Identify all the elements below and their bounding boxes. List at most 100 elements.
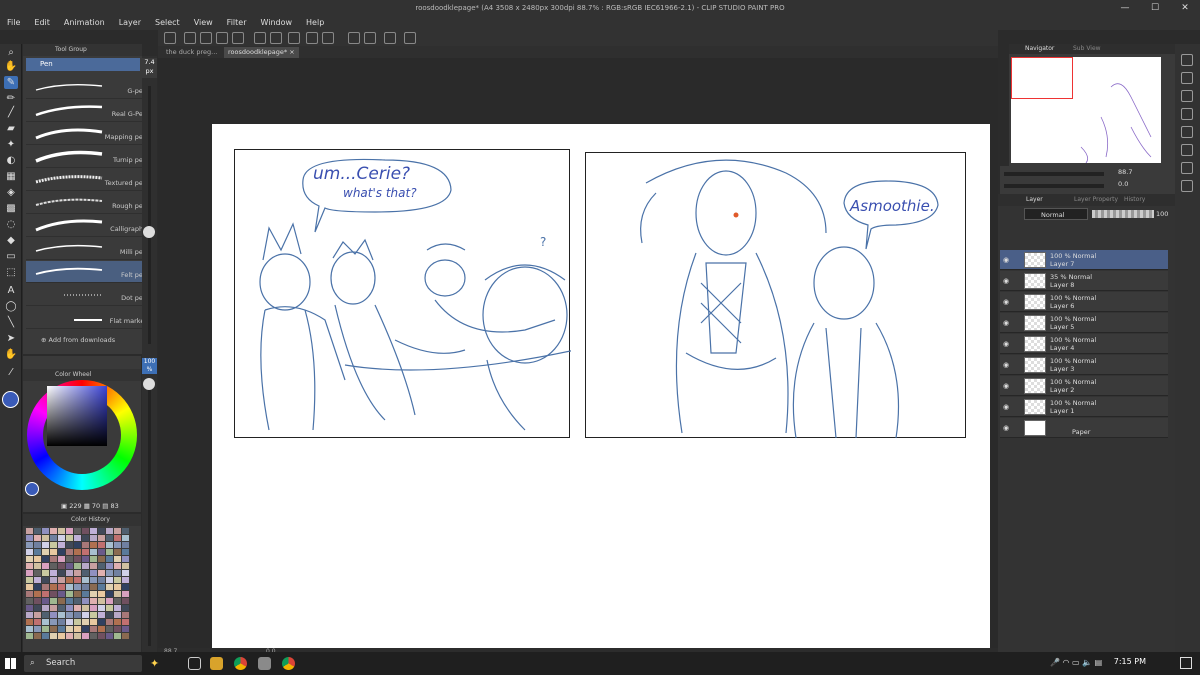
color-history-swatch[interactable] bbox=[90, 626, 97, 632]
eye-icon[interactable]: ◉ bbox=[1003, 298, 1009, 306]
color-history-swatch[interactable] bbox=[58, 626, 65, 632]
layer-row[interactable]: ◉ 100 % Normal Layer 4 bbox=[1000, 334, 1168, 354]
color-history-swatch[interactable] bbox=[26, 549, 33, 555]
color-history-swatch[interactable] bbox=[122, 612, 129, 618]
color-history-swatch[interactable] bbox=[106, 570, 113, 576]
eye-icon[interactable]: ◉ bbox=[1003, 424, 1009, 432]
color-history-swatch[interactable] bbox=[114, 591, 121, 597]
color-history-swatch[interactable] bbox=[82, 577, 89, 583]
clip-studio-icon[interactable] bbox=[164, 32, 176, 44]
zoom-slider[interactable] bbox=[1004, 172, 1104, 176]
color-history-swatch[interactable] bbox=[42, 633, 49, 639]
color-history-swatch[interactable] bbox=[66, 626, 73, 632]
color-history-swatch[interactable] bbox=[122, 528, 129, 534]
current-color-swatch[interactable] bbox=[25, 482, 39, 496]
ruler-tool-icon[interactable]: ╲ bbox=[4, 316, 18, 329]
color-history-swatch[interactable] bbox=[90, 570, 97, 576]
color-history-swatch[interactable] bbox=[66, 598, 73, 604]
brush-size-slider-handle[interactable] bbox=[143, 226, 155, 238]
pen-tool-icon[interactable]: ✎ bbox=[4, 76, 18, 89]
color-history-swatch[interactable] bbox=[122, 619, 129, 625]
color-history-swatch[interactable] bbox=[82, 633, 89, 639]
layer-search-icon[interactable] bbox=[1181, 72, 1193, 84]
color-history-swatch[interactable] bbox=[50, 584, 57, 590]
tab-navigator[interactable]: Navigator bbox=[1025, 44, 1054, 54]
add-from-downloads-button[interactable]: ⊕ Add from downloads bbox=[41, 336, 115, 344]
layer-row[interactable]: ◉ 100 % Normal Layer 7 bbox=[1000, 250, 1168, 270]
color-history-swatch[interactable] bbox=[66, 584, 73, 590]
settings-icon[interactable] bbox=[404, 32, 416, 44]
menu-filter[interactable]: Filter bbox=[220, 16, 254, 30]
layers-icon[interactable] bbox=[1181, 90, 1193, 102]
color-history-swatch[interactable] bbox=[58, 570, 65, 576]
color-history-swatch[interactable] bbox=[58, 598, 65, 604]
color-history-swatch[interactable] bbox=[74, 542, 81, 548]
color-history-swatch[interactable] bbox=[98, 577, 105, 583]
color-history-swatch[interactable] bbox=[98, 605, 105, 611]
color-history-swatch[interactable] bbox=[114, 598, 121, 604]
color-history-swatch[interactable] bbox=[34, 570, 41, 576]
menu-view[interactable]: View bbox=[187, 16, 220, 30]
color-history-swatch[interactable] bbox=[82, 598, 89, 604]
brush-rough-pen[interactable]: Rough pen bbox=[26, 192, 150, 214]
minimize-button[interactable]: — bbox=[1110, 0, 1140, 16]
color-history-swatch[interactable] bbox=[42, 619, 49, 625]
menu-help[interactable]: Help bbox=[299, 16, 331, 30]
color-history-swatch[interactable] bbox=[82, 612, 89, 618]
color-history-swatch[interactable] bbox=[74, 598, 81, 604]
color-history-swatch[interactable] bbox=[122, 626, 129, 632]
eye-icon[interactable]: ◉ bbox=[1003, 319, 1009, 327]
color-history-swatch[interactable] bbox=[106, 556, 113, 562]
color-history-swatch[interactable] bbox=[114, 626, 121, 632]
balloon-tool-icon[interactable]: ◯ bbox=[4, 300, 18, 313]
color-history-swatch[interactable] bbox=[98, 626, 105, 632]
clear-icon[interactable] bbox=[306, 32, 318, 44]
layer-row[interactable]: ◉ 100 % Normal Layer 5 bbox=[1000, 313, 1168, 333]
color-history-swatch[interactable] bbox=[82, 535, 89, 541]
color-history-swatch[interactable] bbox=[122, 570, 129, 576]
material-icon[interactable] bbox=[1181, 54, 1193, 66]
color-history-swatch[interactable] bbox=[98, 584, 105, 590]
layer-opacity-slider[interactable] bbox=[1092, 210, 1154, 218]
color-history-swatch[interactable] bbox=[26, 556, 33, 562]
eye-icon[interactable]: ◉ bbox=[1003, 340, 1009, 348]
color-history-swatch[interactable] bbox=[58, 605, 65, 611]
color-history-swatch[interactable] bbox=[74, 619, 81, 625]
opacity-slider-track[interactable] bbox=[148, 388, 151, 646]
rotate-slider[interactable] bbox=[1004, 184, 1104, 188]
color-history-swatch[interactable] bbox=[42, 563, 49, 569]
nav-rotate-value[interactable]: 0.0 bbox=[1118, 180, 1128, 188]
eyedropper-tool-icon[interactable]: ⁄ bbox=[4, 366, 18, 379]
brush-turnip-pen[interactable]: Turnip pen bbox=[26, 146, 150, 168]
color-history-swatch[interactable] bbox=[106, 591, 113, 597]
color-history-swatch[interactable] bbox=[122, 591, 129, 597]
loading-icon[interactable] bbox=[288, 32, 300, 44]
layer-row[interactable]: ◉ 100 % Normal Layer 2 bbox=[1000, 376, 1168, 396]
eye-icon[interactable]: ◉ bbox=[1003, 403, 1009, 411]
pencil-tool-icon[interactable]: ✏ bbox=[4, 92, 18, 105]
color-history-swatch[interactable] bbox=[90, 528, 97, 534]
eye-icon[interactable]: ◉ bbox=[1003, 382, 1009, 390]
chrome-icon[interactable] bbox=[234, 657, 247, 670]
color-history-swatch[interactable] bbox=[82, 549, 89, 555]
help-icon[interactable] bbox=[384, 32, 396, 44]
file-explorer-icon[interactable] bbox=[210, 657, 223, 670]
color-history-swatch[interactable] bbox=[114, 584, 121, 590]
color-history-swatch[interactable] bbox=[42, 570, 49, 576]
bucket-tool-icon[interactable]: ◆ bbox=[4, 234, 18, 247]
color-history-swatch[interactable] bbox=[26, 528, 33, 534]
menu-file[interactable]: File bbox=[0, 16, 27, 30]
color-history-swatch[interactable] bbox=[82, 542, 89, 548]
color-history-swatch[interactable] bbox=[114, 535, 121, 541]
tab-layer[interactable]: Layer bbox=[1026, 194, 1043, 206]
notification-icon[interactable] bbox=[1180, 657, 1192, 669]
color-history-swatch[interactable] bbox=[50, 549, 57, 555]
color-history-swatch[interactable] bbox=[58, 577, 65, 583]
color-history-swatch[interactable] bbox=[74, 528, 81, 534]
color-history-swatch[interactable] bbox=[114, 549, 121, 555]
color-history-swatch[interactable] bbox=[42, 591, 49, 597]
color-history-swatch[interactable] bbox=[50, 591, 57, 597]
color-history-swatch[interactable] bbox=[42, 549, 49, 555]
color-history-swatch[interactable] bbox=[106, 633, 113, 639]
color-history-swatch[interactable] bbox=[122, 584, 129, 590]
